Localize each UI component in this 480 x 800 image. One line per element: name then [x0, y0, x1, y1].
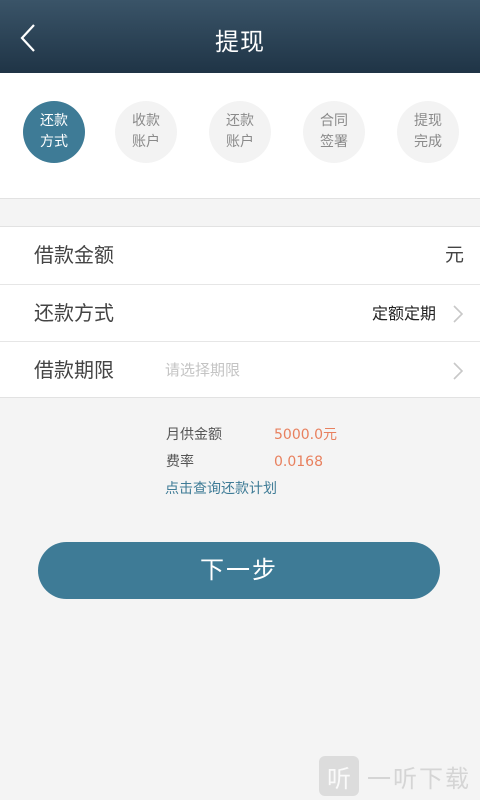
step-label: 收款	[132, 113, 160, 129]
step-label: 合同	[320, 113, 348, 129]
chevron-right-icon	[453, 305, 464, 323]
step-label: 提现	[414, 113, 442, 129]
step-label: 完成	[414, 134, 442, 150]
repayment-plan-link[interactable]: 点击查询还款计划	[165, 479, 277, 499]
step-withdraw-complete[interactable]: 提现 完成	[397, 101, 459, 163]
header-bar: 提现	[0, 0, 480, 73]
loan-amount-row[interactable]: 借款金额 元	[0, 227, 480, 284]
step-label: 方式	[40, 134, 68, 150]
loan-form: 借款金额 元 还款方式 定额定期 借款期限 请选择期限	[0, 226, 480, 398]
step-label: 还款	[226, 113, 254, 129]
fee-rate-value: 0.0168	[274, 454, 323, 470]
step-indicator: 还款 方式 收款 账户 还款 账户 合同 签署 提现 完成	[0, 73, 480, 199]
repay-method-value: 定额定期	[371, 304, 436, 323]
watermark-text: 一听下载	[367, 764, 471, 793]
repay-method-label: 还款方式	[34, 301, 114, 325]
step-label: 账户	[226, 134, 254, 150]
loan-term-label: 借款期限	[34, 358, 114, 382]
loan-amount-label: 借款金额	[34, 243, 114, 267]
step-label: 账户	[132, 134, 160, 150]
repay-method-row[interactable]: 还款方式 定额定期	[0, 284, 480, 341]
monthly-payment-label: 月供金额	[166, 427, 222, 443]
loan-term-placeholder: 请选择期限	[165, 361, 241, 379]
currency-unit: 元	[444, 244, 464, 266]
page-title: 提现	[215, 28, 265, 56]
chevron-right-icon	[453, 362, 464, 380]
fee-rate-label: 费率	[166, 454, 194, 470]
next-step-button[interactable]: 下一步	[38, 542, 440, 599]
step-receive-account[interactable]: 收款 账户	[115, 101, 177, 163]
step-repay-method[interactable]: 还款 方式	[23, 101, 85, 163]
step-contract-sign[interactable]: 合同 签署	[303, 101, 365, 163]
watermark: 听 一听下载	[319, 754, 479, 798]
step-label: 签署	[320, 134, 348, 150]
loan-term-row[interactable]: 借款期限 请选择期限	[0, 341, 480, 398]
watermark-logo-icon: 听	[319, 756, 359, 796]
step-label: 还款	[40, 113, 68, 129]
monthly-payment-value: 5000.0元	[274, 427, 337, 443]
step-repay-account[interactable]: 还款 账户	[209, 101, 271, 163]
